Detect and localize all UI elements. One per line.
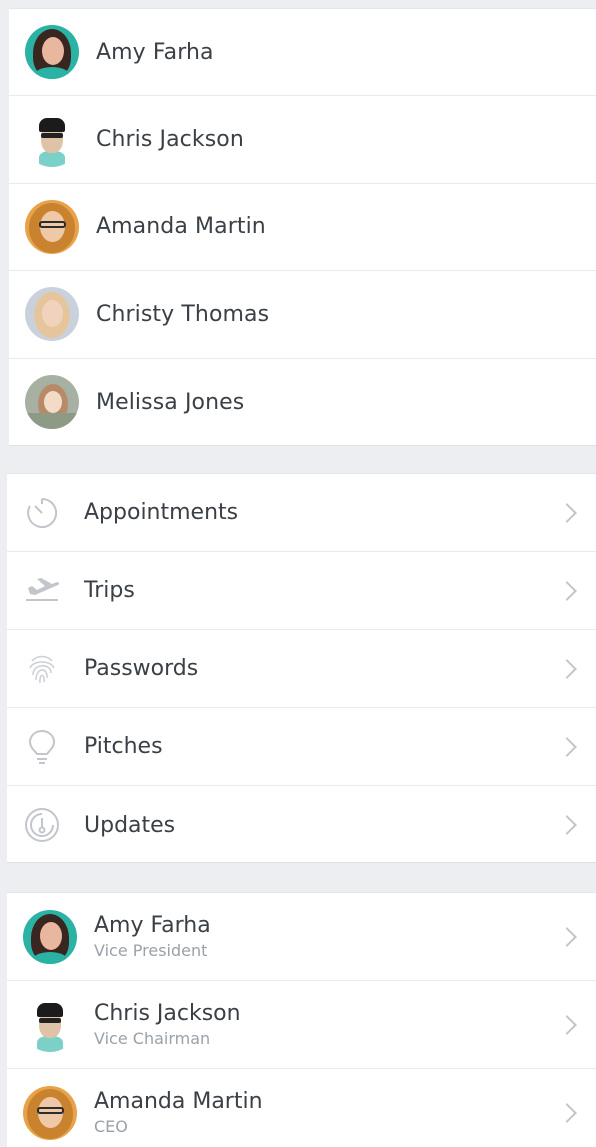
menu-item-label: Pitches <box>84 734 163 759</box>
menu-item-label: Updates <box>84 812 176 838</box>
list-item[interactable]: Amanda Martin <box>9 184 596 272</box>
contact-name: Amanda Martin <box>94 1089 263 1114</box>
avatar <box>25 199 79 254</box>
contact-name: Chris Jackson <box>94 1000 241 1026</box>
menu-item-updates[interactable]: Updates <box>7 786 596 864</box>
menu-item-label: Appointments <box>84 500 239 525</box>
chevron-right-icon <box>557 815 577 835</box>
contact-title: Vice President <box>94 940 208 960</box>
menu-list: Appointments Trips Passwords Pitches Upd… <box>7 473 596 863</box>
avatar <box>25 287 79 342</box>
menu-item-pitches[interactable]: Pitches <box>7 708 596 786</box>
update-icon <box>22 805 62 845</box>
menu-item-trips[interactable]: Trips <box>7 552 596 630</box>
person-name: Melissa Jones <box>96 389 245 415</box>
list-item[interactable]: Chris Jackson Vice Chairman <box>7 981 596 1069</box>
lightbulb-icon <box>22 727 62 767</box>
person-name: Amy Farha <box>96 39 214 65</box>
fingerprint-icon <box>22 649 62 689</box>
menu-item-label: Trips <box>84 578 135 603</box>
avatar <box>25 375 79 430</box>
person-name: Amanda Martin <box>96 214 266 240</box>
chevron-right-icon <box>557 1014 577 1035</box>
people-list: Amy Farha Chris Jackson Amanda Martin Ch… <box>9 8 596 446</box>
contact-name: Amy Farha <box>94 912 211 938</box>
menu-item-passwords[interactable]: Passwords <box>7 630 596 708</box>
person-name: Christy Thomas <box>96 301 270 327</box>
contact-title: Vice Chairman <box>94 1028 211 1048</box>
list-item[interactable]: Chris Jackson <box>9 96 596 184</box>
person-name: Chris Jackson <box>96 127 244 153</box>
chevron-right-icon <box>557 1103 577 1123</box>
menu-item-appointments[interactable]: Appointments <box>7 474 596 552</box>
chevron-right-icon <box>557 926 577 947</box>
chevron-right-icon <box>557 658 577 679</box>
flight-takeoff-icon <box>22 571 62 611</box>
avatar <box>23 909 77 964</box>
chevron-right-icon <box>557 502 577 523</box>
contact-title: CEO <box>94 1117 128 1136</box>
list-item[interactable]: Amy Farha Vice President <box>7 893 596 981</box>
timer-icon <box>22 493 62 533</box>
contacts-list: Amy Farha Vice President Chris Jackson V… <box>7 892 596 1147</box>
avatar <box>25 112 79 167</box>
chevron-right-icon <box>557 736 577 757</box>
list-item[interactable]: Amanda Martin CEO <box>7 1069 596 1147</box>
list-item[interactable]: Christy Thomas <box>9 271 596 359</box>
avatar <box>23 997 77 1052</box>
chevron-right-icon <box>557 580 577 601</box>
avatar <box>25 25 79 80</box>
menu-item-label: Passwords <box>84 656 199 681</box>
avatar <box>23 1086 77 1140</box>
list-item[interactable]: Amy Farha <box>9 9 596 97</box>
list-item[interactable]: Melissa Jones <box>9 359 596 446</box>
